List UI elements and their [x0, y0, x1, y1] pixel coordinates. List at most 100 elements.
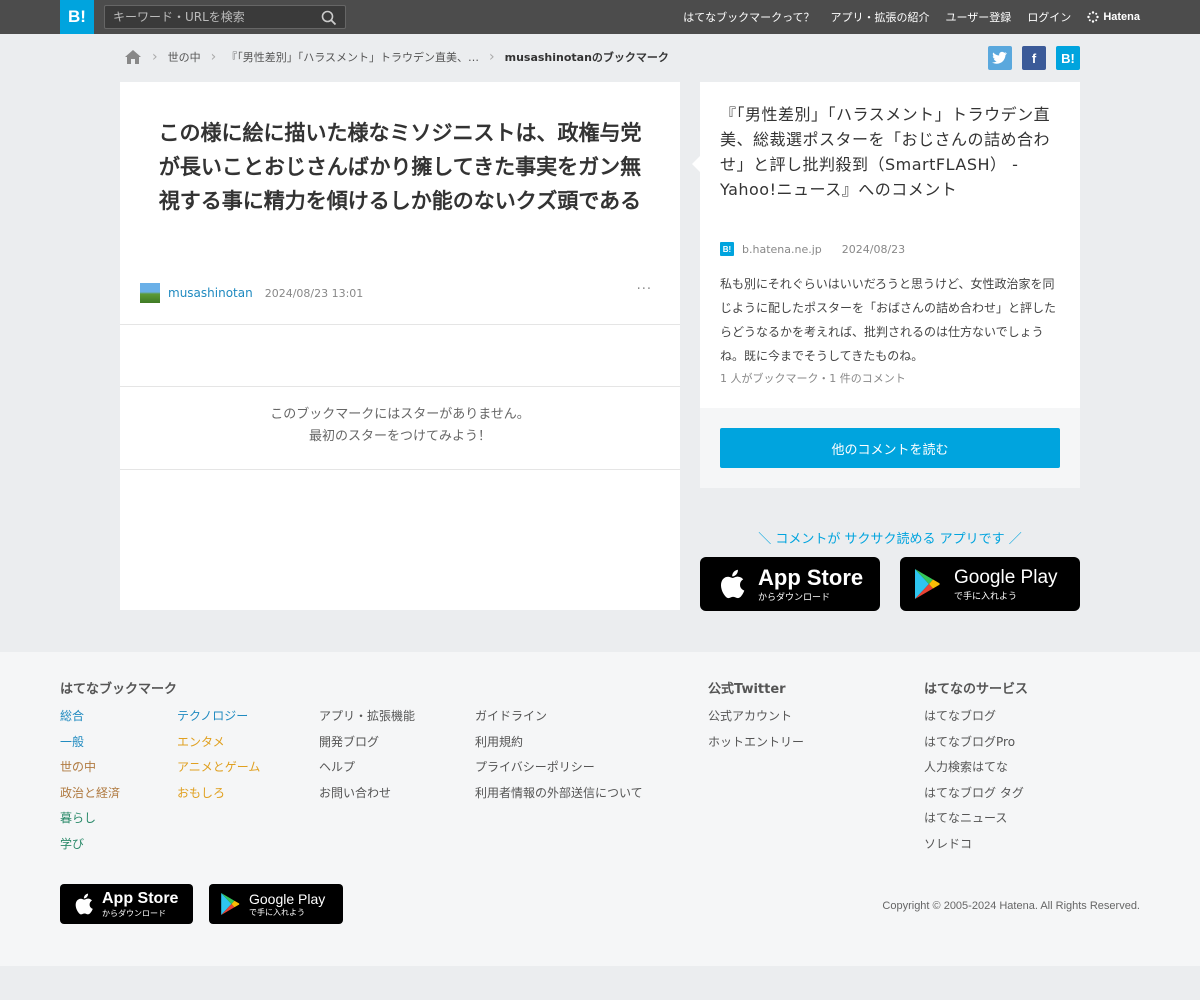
footer-link-economics[interactable]: 政治と経済 [60, 781, 120, 807]
footer-services-list: はてなブログ はてなブログPro 人力検索はてな はてなブログ タグ はてなニュ… [924, 704, 1024, 858]
footer-link-privacy[interactable]: プライバシーポリシー [475, 755, 643, 781]
facebook-share-icon[interactable]: f [1022, 46, 1046, 70]
footer-link-blog-pro[interactable]: はてなブログPro [924, 730, 1024, 756]
google-play-button[interactable]: Google Play で手に入れよう [900, 557, 1080, 611]
nav-register[interactable]: ユーザー登録 [946, 9, 1012, 25]
footer-app-store-sublabel: からダウンロード [102, 908, 166, 918]
footer-link-soredoko[interactable]: ソレドコ [924, 832, 1024, 858]
breadcrumb-category[interactable]: 世の中 [168, 49, 201, 65]
footer-policy-list: ガイドライン 利用規約 プライバシーポリシー 利用者情報の外部送信について [475, 704, 643, 806]
footer-link-general[interactable]: 一般 [60, 730, 120, 756]
footer-services-heading: はてなのサービス [924, 682, 1029, 697]
search-input[interactable] [105, 6, 315, 28]
no-stars-line1: このブックマークにはスターがありません。 [270, 407, 530, 422]
entry-meta: B! b.hatena.ne.jp 2024/08/23 [720, 242, 905, 256]
footer-link-knowledge[interactable]: 学び [60, 832, 120, 858]
footer-bookmark-heading: はてなブックマーク [60, 682, 178, 697]
hatena-favicon-icon: B! [720, 242, 734, 256]
entry-card: 『「男性差別」「ハラスメント」トラウデン直美、総裁選ポスターを「おじさんの詰め合… [700, 82, 1080, 408]
search-box [104, 5, 346, 29]
comment-date: 2024/08/23 13:01 [264, 286, 364, 300]
entry-title-link[interactable]: 『「男性差別」「ハラスメント」トラウデン直美、総裁選ポスターを「おじさんの詰め合… [700, 82, 1080, 202]
footer-app-store-label: App Store [102, 889, 179, 907]
footer-link-official-account[interactable]: 公式アカウント [708, 704, 804, 730]
footer-link-social[interactable]: 世の中 [60, 755, 120, 781]
footer: はてなブックマーク 総合 一般 世の中 政治と経済 暮らし 学び テクノロジー … [0, 652, 1200, 966]
footer-category-list: 総合 一般 世の中 政治と経済 暮らし 学び [60, 704, 120, 858]
entry-description: 私も別にそれぐらいはいいだろうと思うけど、女性政治家を同じように配したポスターを… [720, 277, 1057, 363]
chevron-right-icon: › [210, 49, 217, 65]
footer-app-store-button[interactable]: App Store からダウンロード [60, 884, 193, 924]
entry-stats: 1 人がブックマーク・1 件のコメント [720, 372, 906, 385]
nav-apps[interactable]: アプリ・拡張の紹介 [831, 9, 930, 25]
footer-link-help[interactable]: ヘルプ [319, 755, 415, 781]
nav-about[interactable]: はてなブックマークって？ [683, 9, 814, 25]
footer-link-it[interactable]: テクノロジー [177, 704, 260, 730]
no-stars-line2: 最初のスターをつけてみよう！ [308, 429, 491, 444]
hatena-brand-label: Hatena [1103, 11, 1140, 23]
apple-icon [720, 569, 745, 599]
footer-google-play-button[interactable]: Google Play で手に入れよう [209, 884, 343, 924]
chevron-right-icon: › [489, 49, 495, 65]
entry-domain-link[interactable]: b.hatena.ne.jp [742, 243, 822, 256]
footer-info-list: アプリ・拡張機能 開発ブログ ヘルプ お問い合わせ [319, 704, 415, 806]
top-header: B! はてなブックマークって？ アプリ・拡張の紹介 ユーザー登録 ログイン Ha… [0, 0, 1200, 34]
divider [120, 469, 680, 470]
google-play-sublabel: で手に入れよう [954, 591, 1018, 602]
footer-twitter-heading: 公式Twitter [708, 682, 786, 697]
footer-google-play-label: Google Play [249, 890, 326, 907]
footer-link-news[interactable]: はてなニュース [924, 806, 1024, 832]
twitter-share-icon[interactable] [988, 46, 1012, 70]
breadcrumb: › 世の中 › 『「男性差別」「ハラスメント」トラウデン直美、… › musas… [124, 46, 669, 68]
apple-icon [75, 893, 93, 915]
footer-link-apps[interactable]: アプリ・拡張機能 [319, 704, 415, 730]
google-play-icon [915, 569, 940, 599]
breadcrumb-current: musashinotanのブックマーク [504, 51, 669, 64]
entry-card-footer: 他のコメントを読む [700, 408, 1080, 488]
footer-link-entertainment[interactable]: エンタメ [177, 730, 260, 756]
footer-link-game[interactable]: アニメとゲーム [177, 755, 260, 781]
footer-link-hot-entry[interactable]: ホットエントリー [708, 730, 804, 756]
hatena-brand-link[interactable]: Hatena [1087, 11, 1140, 23]
hatena-bookmark-logo[interactable]: B! [60, 0, 94, 34]
app-store-label: App Store [758, 564, 864, 590]
more-options-icon[interactable]: ··· [637, 282, 652, 297]
footer-link-fun[interactable]: おもしろ [177, 781, 260, 807]
divider [120, 324, 680, 325]
footer-link-contact[interactable]: お問い合わせ [319, 781, 415, 807]
divider [120, 386, 680, 387]
comment-text: この様に絵に描いた様なミソジニストは、政権与党が長いことおじさんばかり擁してきた… [158, 121, 642, 213]
app-promo-text: ＼ コメントが サクサク読める アプリです ／ [758, 532, 1022, 547]
app-store-sublabel: からダウンロード [758, 592, 831, 603]
google-play-icon [221, 893, 240, 915]
bookmark-comment-card: この様に絵に描いた様なミソジニストは、政権与党が長いことおじさんばかり擁してきた… [120, 82, 680, 610]
home-icon[interactable] [124, 49, 142, 65]
footer-link-all[interactable]: 総合 [60, 704, 120, 730]
app-store-button[interactable]: App Store からダウンロード [700, 557, 880, 611]
share-buttons: f B! [988, 46, 1080, 70]
footer-link-q[interactable]: 人力検索はてな [924, 755, 1024, 781]
top-nav: はてなブックマークって？ アプリ・拡張の紹介 ユーザー登録 ログイン Haten… [683, 0, 1140, 34]
footer-link-blog-tags[interactable]: はてなブログ タグ [924, 781, 1024, 807]
hatena-share-icon[interactable]: B! [1056, 46, 1080, 70]
footer-link-blog[interactable]: はてなブログ [924, 704, 1024, 730]
read-other-comments-button[interactable]: 他のコメントを読む [720, 428, 1060, 468]
breadcrumb-entry[interactable]: 『「男性差別」「ハラスメント」トラウデン直美、… [226, 49, 479, 65]
no-stars-message: このブックマークにはスターがありません。 最初のスターをつけてみよう！ [120, 404, 680, 448]
user-name-link[interactable]: musashinotan [168, 286, 253, 300]
footer-link-life[interactable]: 暮らし [60, 806, 120, 832]
footer-link-guideline[interactable]: ガイドライン [475, 704, 643, 730]
copyright: Copyright © 2005-2024 Hatena. All Rights… [882, 900, 1140, 912]
nav-login[interactable]: ログイン [1027, 9, 1071, 25]
search-icon[interactable] [321, 10, 337, 26]
avatar[interactable] [140, 283, 160, 303]
entry-date: 2024/08/23 [841, 242, 906, 256]
footer-google-play-sublabel: で手に入れよう [249, 907, 305, 917]
comment-user-row: musashinotan 2024/08/23 13:01 ··· [140, 282, 660, 304]
footer-twitter-list: 公式アカウント ホットエントリー [708, 704, 804, 755]
footer-link-external[interactable]: 利用者情報の外部送信について [475, 781, 643, 807]
chevron-right-icon: › [152, 49, 158, 65]
footer-link-terms[interactable]: 利用規約 [475, 730, 643, 756]
footer-link-dev-blog[interactable]: 開発ブログ [319, 730, 415, 756]
hatena-dots-icon [1087, 11, 1100, 23]
